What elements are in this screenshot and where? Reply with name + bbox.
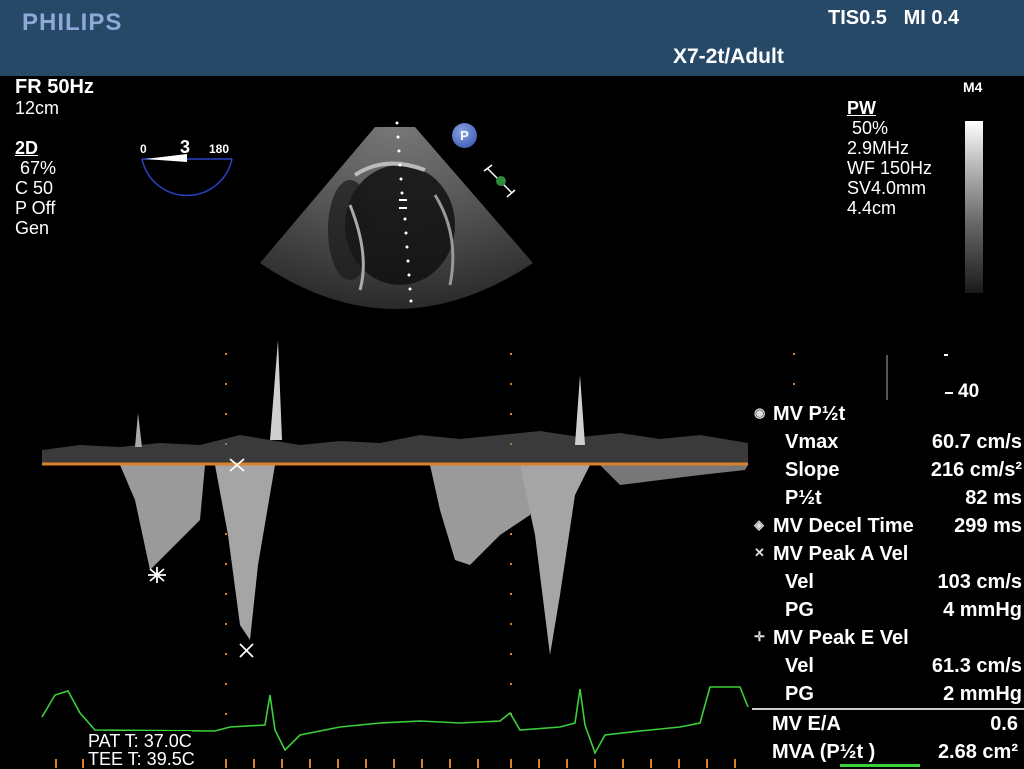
2d-gain: 67% [15, 158, 57, 178]
map-label: M4 [963, 79, 983, 95]
velocity-scale-label: 40 [958, 381, 980, 402]
measurement-value: 60.7 cm/s [931, 431, 1022, 453]
pw-wall-filter: WF 150Hz [847, 158, 933, 178]
summary-value: 0.6 [990, 713, 1018, 735]
measurement-divider [752, 708, 1024, 710]
angle-max: 180 [209, 142, 229, 156]
summary-label: MVA (P½t ) [772, 741, 876, 763]
pw-depth: 4.4cm [847, 198, 897, 218]
ecg-bottom-fragment [840, 764, 920, 767]
2d-resolution: Gen [15, 218, 50, 238]
measurement-label: PG [785, 599, 814, 621]
circle-dot-marker-icon: ◉ [754, 405, 766, 420]
mode-2d-label: 2D [15, 138, 39, 158]
measurement-value: 103 cm/s [937, 571, 1022, 593]
pw-mode-label: PW [847, 98, 876, 118]
measurement-row: ✛ MV Peak E Vel [752, 626, 1024, 654]
plus-marker-icon: ✛ [754, 629, 765, 644]
measurement-value: 299 ms [954, 515, 1022, 537]
probe-angle-indicator: 0 3 180 [140, 137, 233, 197]
measurement-value: 82 ms [965, 487, 1022, 509]
depth-readout: 12cm [15, 98, 60, 118]
2d-sector-image [260, 121, 533, 309]
angle-value: 3 [180, 137, 190, 157]
measurement-value: 4 mmHg [943, 599, 1022, 621]
measurement-row: P½t 82 ms [752, 486, 1024, 514]
measurement-row: ◉ MV P½t [752, 402, 1024, 430]
gray-scale-bar [965, 121, 983, 293]
probe-preset-label: X7-2t/Adult [673, 45, 784, 68]
pw-gain: 50% [847, 118, 889, 138]
measurement-row: ✕ MV Peak A Vel [752, 542, 1024, 570]
measurement-row: PG 2 mmHg [752, 682, 1024, 710]
tis-mi-readout: TIS0.5 MI 0.4 [828, 7, 960, 29]
measurement-value: 61.3 cm/s [931, 655, 1022, 677]
measurement-row: PG 4 mmHg [752, 598, 1024, 626]
2d-compress: C 50 [15, 178, 54, 198]
measurement-value: 2 mmHg [943, 683, 1022, 705]
measurement-row: Vmax 60.7 cm/s [752, 430, 1024, 458]
pw-frequency: 2.9MHz [847, 138, 910, 158]
measurement-row: Vel 103 cm/s [752, 570, 1024, 598]
measurement-label: Vel [785, 571, 814, 593]
patient-temperature: PAT T: 37.0C [88, 731, 192, 751]
summary-label: MV E/A [772, 713, 841, 735]
frame-rate: FR 50Hz [15, 76, 94, 98]
angle-min: 0 [140, 142, 147, 156]
measurement-label: Vmax [785, 431, 839, 453]
summary-value: 2.68 cm² [937, 741, 1018, 763]
measurement-label: Vel [785, 655, 814, 677]
measurement-label: PG [785, 683, 814, 705]
time-markers [225, 353, 795, 715]
p-marker-badge[interactable]: P [452, 123, 477, 148]
summary-row: MV E/A 0.6 [752, 712, 1024, 740]
measurement-label: MV Peak E Vel [773, 627, 909, 649]
tee-temperature: TEE T: 39.5C [88, 749, 195, 769]
measurement-row: ◈ MV Decel Time 299 ms [752, 514, 1024, 542]
measurement-label: MV Peak A Vel [773, 543, 909, 565]
diamond-marker-icon: ◈ [754, 517, 764, 532]
pw-sample-volume: SV4.0mm [847, 178, 927, 198]
brand-logo: PHILIPS [22, 9, 123, 36]
measurement-value: 216 cm/s² [930, 459, 1022, 481]
2d-persistence: P Off [15, 198, 56, 218]
focus-marker-icon [483, 164, 516, 198]
measurement-label: MV Decel Time [773, 515, 914, 537]
summary-panel: MV E/A 0.6 MVA (P½t ) 2.68 cm² [752, 712, 1024, 768]
measurement-row: Slope 216 cm/s² [752, 458, 1024, 486]
measurement-label: MV P½t [773, 403, 846, 425]
measurement-label: Slope [785, 459, 840, 481]
measurement-row: Vel 61.3 cm/s [752, 654, 1024, 682]
x-marker-icon: ✕ [754, 545, 765, 560]
measurement-label: P½t [785, 487, 822, 509]
